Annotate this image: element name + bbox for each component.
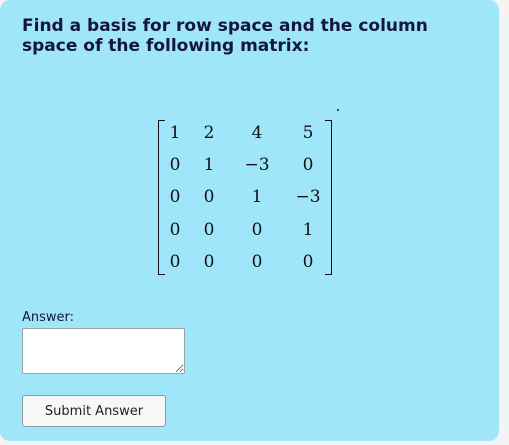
matrix-cell-r4-c4: 1 <box>302 220 314 240</box>
matrix-cell-r5-c2: 0 <box>203 252 215 272</box>
question-text: Find a basis for row space and the colum… <box>22 16 428 56</box>
matrix-cell-r4-c3: 0 <box>251 220 263 240</box>
matrix-cell-r3-c2: 0 <box>203 187 215 207</box>
matrix-cell-r2-c2: 1 <box>203 155 215 175</box>
matrix-cell-r2-c3: −3 <box>244 155 270 175</box>
answer-label: Answer: <box>22 310 75 325</box>
matrix-cell-r1-c3: 4 <box>251 123 263 143</box>
matrix-cell-r5-c4: 0 <box>302 252 314 272</box>
answer-input[interactable] <box>22 328 185 374</box>
question-card: Find a basis for row space and the colum… <box>0 0 499 441</box>
matrix-cell-r3-c4: −3 <box>295 187 321 207</box>
stray-dot <box>337 109 339 111</box>
matrix-cell-r1-c2: 2 <box>203 123 215 143</box>
matrix-cell-r1-c4: 5 <box>302 123 314 143</box>
matrix-cell-r2-c4: 0 <box>302 155 314 175</box>
matrix: 1 2 4 5 0 1 −3 0 0 0 1 −3 0 0 0 1 0 0 0 … <box>158 120 332 275</box>
submit-answer-button[interactable]: Submit Answer <box>22 395 166 427</box>
matrix-cell-r5-c3: 0 <box>251 252 263 272</box>
matrix-cell-r3-c3: 1 <box>251 187 263 207</box>
matrix-cell-r4-c2: 0 <box>203 220 215 240</box>
